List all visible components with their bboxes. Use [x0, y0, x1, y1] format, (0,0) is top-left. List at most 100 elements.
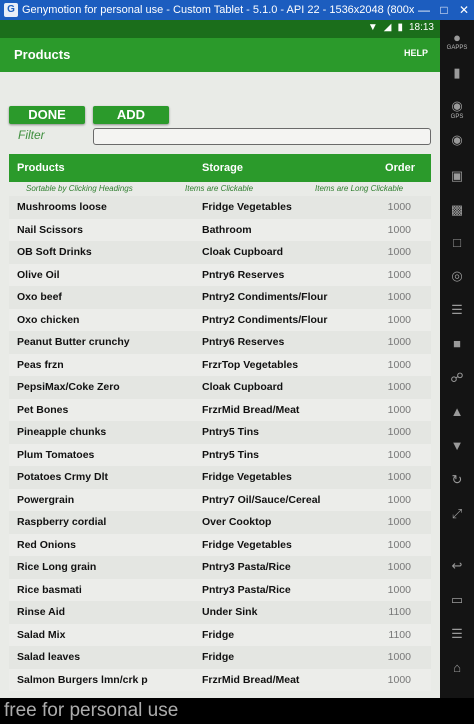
page-title: Products — [14, 47, 71, 62]
order-value: 1000 — [387, 403, 411, 416]
table-row[interactable]: Oxo beef Pntry2 Condiments/Flour 1000 — [9, 286, 431, 309]
home-icon[interactable]: ⌂ — [440, 660, 474, 675]
table-row[interactable]: Pet Bones FrzrMid Bread/Meat 1000 — [9, 398, 431, 421]
storage-location: Pntry5 Tins — [202, 448, 259, 461]
product-name: Rice Long grain — [17, 561, 97, 573]
minimize-icon[interactable]: — — [414, 3, 434, 17]
order-value: 1000 — [387, 493, 411, 506]
table-row[interactable]: Powergrain Pntry7 Oil/Sauce/Cereal 1000 — [9, 488, 431, 511]
table-row[interactable]: Plum Tomatoes Pntry5 Tins 1000 — [9, 443, 431, 466]
table-row[interactable]: Salad Mix Fridge 1100 — [9, 623, 431, 646]
window-title: Genymotion for personal use - Custom Tab… — [22, 4, 414, 16]
header-products[interactable]: Products — [17, 162, 65, 174]
header-order[interactable]: Order — [385, 162, 415, 174]
product-name: Peanut Butter crunchy — [17, 336, 130, 348]
hint-clickable: Items are Clickable — [185, 184, 254, 193]
storage-location: Fridge — [202, 628, 235, 641]
table-row[interactable]: Rice basmati Pntry3 Pasta/Rice 1000 — [9, 578, 431, 601]
close-icon[interactable]: ✕ — [454, 3, 474, 17]
product-name: Rice basmati — [17, 583, 82, 596]
table-row[interactable]: Red Onions Fridge Vegetables 1000 — [9, 533, 431, 556]
table-row[interactable]: Potatoes Crmy Dlt Fridge Vegetables 1000 — [9, 466, 431, 489]
storage-location: Fridge Vegetables — [202, 538, 292, 551]
scale-icon[interactable]: ⤢ — [440, 506, 474, 522]
storage-location: FrzrMid Bread/Meat — [202, 673, 300, 686]
filter-input[interactable] — [93, 128, 431, 145]
volume-down-icon[interactable]: ▼ — [440, 438, 474, 453]
gapps-icon[interactable]: ● GAPPS — [440, 30, 474, 51]
product-name: Rinse Aid — [17, 606, 66, 618]
menu-icon[interactable]: ☰ — [440, 626, 474, 642]
order-value: 1000 — [387, 471, 411, 483]
table-hints: Sortable by Clicking Headings Items are … — [0, 182, 440, 196]
maximize-icon[interactable]: □ — [434, 3, 454, 17]
table-row[interactable]: Raspberry cordial Over Cooktop 1000 — [9, 511, 431, 534]
order-value: 1000 — [387, 313, 411, 326]
disk-icon[interactable]: ◎ — [440, 268, 474, 284]
sms-icon[interactable]: ■ — [440, 336, 474, 351]
gps-label: GPS — [450, 114, 464, 120]
order-value: 1000 — [387, 268, 411, 281]
order-value: 1000 — [387, 358, 411, 371]
product-name: Potatoes Crmy Dlt — [17, 471, 109, 483]
storage-location: Cloak Cupboard — [202, 246, 284, 258]
back-icon[interactable]: ↩ — [440, 558, 474, 574]
product-name: Oxo beef — [17, 291, 62, 303]
storage-location: Fridge Vegetables — [202, 471, 292, 483]
table-row[interactable]: OB Soft Drinks Cloak Cupboard 1000 — [9, 241, 431, 264]
product-name: Mushrooms loose — [17, 201, 107, 213]
order-value: 1100 — [388, 606, 411, 618]
storage-location: FrzrTop Vegetables — [202, 358, 299, 371]
clock: 18:13 — [408, 22, 434, 33]
product-name: Olive Oil — [17, 268, 60, 281]
product-name: Plum Tomatoes — [17, 448, 95, 461]
battery-icon: ▮ — [397, 22, 403, 33]
gapps-label: GAPPS — [446, 45, 468, 51]
table-row[interactable]: PepsiMax/Coke Zero Cloak Cupboard 1000 — [9, 376, 431, 399]
order-value: 1000 — [387, 516, 411, 528]
table-row[interactable]: Salad leaves Fridge 1000 — [9, 646, 431, 669]
table-row[interactable]: Peas frzn FrzrTop Vegetables 1000 — [9, 353, 431, 376]
order-value: 1000 — [387, 223, 411, 236]
watermark: free for personal use — [4, 700, 179, 721]
product-name: Pet Bones — [17, 403, 69, 416]
table-row[interactable]: Nail Scissors Bathroom 1000 — [9, 218, 431, 241]
signal-icon: ◢ — [383, 22, 392, 33]
capture-icon[interactable]: ▣ — [440, 168, 474, 184]
table-row[interactable]: Oxo chicken Pntry2 Condiments/Flour 1000 — [9, 308, 431, 331]
rotate-icon[interactable]: ↻ — [440, 472, 474, 488]
storage-location: Pntry2 Condiments/Flour — [202, 313, 328, 326]
done-button[interactable]: DONE — [9, 106, 85, 124]
add-button[interactable]: ADD — [93, 106, 169, 124]
help-button[interactable]: HELP — [404, 48, 428, 58]
gps-icon[interactable]: ◉ GPS — [440, 98, 474, 120]
genymotion-app-icon: G — [4, 3, 18, 17]
camera-icon[interactable]: ◉ — [440, 132, 474, 148]
table-row[interactable]: Salmon Burgers lmn/crk p FrzrMid Bread/Me… — [9, 668, 431, 691]
product-name: Pineapple chunks — [17, 426, 107, 438]
storage-location: Pntry6 Reserves — [202, 336, 285, 348]
storage-location: Under Sink — [202, 606, 258, 618]
table-row[interactable]: Pineapple chunks Pntry5 Tins 1000 — [9, 421, 431, 444]
share-icon[interactable]: ☍ — [440, 370, 474, 386]
wifi-icon: ▼ — [367, 22, 378, 33]
product-name: Raspberry cordial — [17, 516, 107, 528]
volume-up-icon[interactable]: ▲ — [440, 404, 474, 419]
table-row[interactable]: Mushrooms loose Fridge Vegetables 1000 — [9, 196, 431, 219]
identifiers-icon[interactable]: □ — [440, 235, 474, 250]
remote-control-icon[interactable]: ▩ — [440, 202, 474, 218]
recent-apps-icon[interactable]: ▭ — [440, 592, 474, 608]
table-row[interactable]: Rice Long grain Pntry3 Pasta/Rice 1000 — [9, 556, 431, 579]
storage-location: Over Cooktop — [202, 516, 272, 528]
order-value: 1000 — [387, 426, 411, 438]
order-value: 1000 — [387, 538, 411, 551]
product-name: PepsiMax/Coke Zero — [17, 381, 120, 393]
table-row[interactable]: Rinse Aid Under Sink 1100 — [9, 601, 431, 624]
table-row[interactable]: Olive Oil Pntry6 Reserves 1000 — [9, 263, 431, 286]
network-icon[interactable]: ☰ — [440, 302, 474, 318]
filter-label: Filter — [18, 128, 45, 142]
storage-location: Pntry3 Pasta/Rice — [202, 583, 291, 596]
table-row[interactable]: Peanut Butter crunchy Pntry6 Reserves 1000 — [9, 331, 431, 354]
battery-widget-icon[interactable]: ▮ — [440, 65, 474, 81]
header-storage[interactable]: Storage — [202, 162, 243, 174]
